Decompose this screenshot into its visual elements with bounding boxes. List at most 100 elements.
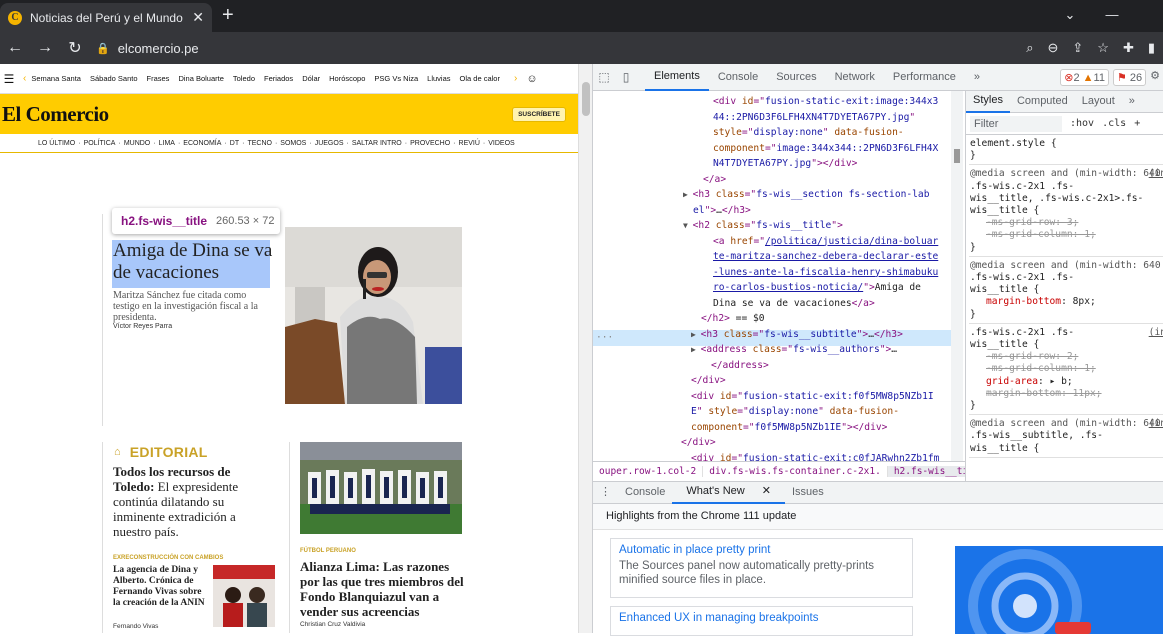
- dom-node-line[interactable]: ▼ <h2 class="fs-wis__title">: [683, 218, 843, 234]
- dom-node-line[interactable]: </h2> == $0: [701, 311, 765, 327]
- section-nav-item[interactable]: Toledo: [233, 74, 255, 83]
- cls-toggle[interactable]: .cls: [1102, 118, 1126, 129]
- tab-search-icon[interactable]: ⌄: [1049, 0, 1091, 32]
- sidepanel-icon[interactable]: ▮: [1148, 40, 1155, 56]
- dom-node-line[interactable]: ▶ <h3 class="fs-wis__subtitle">…</h3>: [691, 327, 903, 343]
- styles-filter-input[interactable]: Filter: [970, 115, 1062, 132]
- dom-node-line[interactable]: </div>: [691, 373, 726, 389]
- football-team-photo[interactable]: [300, 442, 462, 534]
- zoom-icon[interactable]: ⊖: [1047, 40, 1058, 56]
- story3-headline[interactable]: La agencia de Dina y Alberto. Crónica de…: [113, 565, 208, 609]
- subscribe-button[interactable]: SUSCRÍBETE: [512, 106, 566, 122]
- dom-node-line[interactable]: 44::2PN6D3F6LFH4XN4T7DYETA67PY.jpg": [713, 110, 915, 126]
- drawer-tab-whats-new[interactable]: What's New ✕: [672, 481, 785, 504]
- minimize-icon[interactable]: —: [1091, 0, 1133, 32]
- section-nav-item[interactable]: Frases: [147, 74, 170, 83]
- section-nav-item[interactable]: Feriados: [264, 74, 293, 83]
- style-rule[interactable]: .fs-wis.c-2x1 .fs-(inwis__title {-ms-gri…: [969, 324, 1163, 416]
- expand-triangle-icon[interactable]: ▶: [691, 330, 701, 339]
- issue-counter[interactable]: ⊗2 ▲11: [1060, 69, 1109, 86]
- site-logo[interactable]: El Comercio: [2, 102, 109, 127]
- menu-item[interactable]: LIMA: [159, 140, 175, 147]
- whats-new-card[interactable]: Automatic in place pretty print The Sour…: [610, 538, 913, 598]
- user-icon[interactable]: ☺: [526, 73, 537, 85]
- tab-sources[interactable]: Sources: [767, 64, 825, 90]
- section-nav-item[interactable]: Dólar: [302, 74, 320, 83]
- tab-computed[interactable]: Computed: [1010, 91, 1075, 112]
- drawer-menu-icon[interactable]: ⋮: [593, 482, 618, 503]
- dom-node-line[interactable]: component="f0f5MW8p5NZb1IE"></div>: [691, 420, 887, 436]
- dom-node-line[interactable]: <div id="fusion-static-exit:f0f5MW8p5NZb…: [691, 389, 934, 405]
- story3-author[interactable]: Fernando Vivas: [113, 623, 158, 630]
- story4-author[interactable]: Christian Cruz Valdivia: [300, 621, 365, 628]
- section-nav-item[interactable]: PSG Vs Niza: [374, 74, 418, 83]
- section-nav-item[interactable]: Sábado Santo: [90, 74, 138, 83]
- dom-node-line[interactable]: ro-carlos-bustios-noticia/">Amiga de: [713, 280, 921, 296]
- back-icon[interactable]: ←: [0, 39, 30, 57]
- dom-node-line[interactable]: N4T7DYETA67PY.jpg"></div>: [713, 156, 857, 172]
- drawer-tab-issues[interactable]: Issues: [785, 482, 831, 503]
- menu-item[interactable]: PROVECHO: [410, 140, 450, 147]
- lead-author[interactable]: Víctor Reyes Parra: [113, 323, 172, 330]
- whats-new-card[interactable]: Enhanced UX in managing breakpoints: [610, 606, 913, 636]
- reload-icon[interactable]: ↻: [60, 38, 90, 58]
- elements-scrollbar[interactable]: [951, 91, 963, 461]
- dom-node-line[interactable]: <div id="fusion-static-exit:c0fJARwhn2Zb…: [691, 451, 939, 462]
- menu-item[interactable]: SALTAR INTRO: [352, 140, 402, 147]
- dom-node-line[interactable]: </div>: [681, 435, 716, 451]
- dom-node-line[interactable]: component="image:344x344::2PN6D3F6LFH4X: [713, 141, 938, 157]
- story3-thumbnail[interactable]: [213, 565, 275, 627]
- hamburger-menu-icon[interactable]: ☰: [0, 72, 18, 86]
- bookmark-star-icon[interactable]: ☆: [1097, 40, 1109, 56]
- hov-toggle[interactable]: :hov: [1070, 118, 1094, 129]
- dom-node-line[interactable]: Dina se va de vacaciones</a>: [713, 296, 875, 312]
- extensions-icon[interactable]: ✚: [1123, 40, 1134, 56]
- search-icon[interactable]: ⌕: [1026, 40, 1033, 56]
- section-nav-item[interactable]: Dina Boluarte: [178, 74, 223, 83]
- tab-performance[interactable]: Performance: [884, 64, 965, 90]
- dom-node-line[interactable]: </address>: [711, 358, 769, 374]
- tab-console[interactable]: Console: [709, 64, 767, 90]
- menu-item[interactable]: DT: [230, 140, 239, 147]
- style-rule[interactable]: @media screen and (min-width: 640 .fs-wis…: [969, 257, 1163, 324]
- editorial-headline[interactable]: Todos los recursos de Toledo: El expresi…: [113, 464, 263, 539]
- node-menu-icon[interactable]: ···: [596, 330, 613, 346]
- device-toolbar-icon[interactable]: ▯: [615, 70, 637, 84]
- dom-node-line[interactable]: ▶ <address class="fs-wis__authors">…: [691, 342, 897, 358]
- breadcrumb-item[interactable]: div.fs-wis.fs-container.c-2x1.: [703, 466, 888, 477]
- menu-item[interactable]: REVIÚ: [459, 140, 480, 147]
- menu-item[interactable]: JUEGOS: [315, 140, 344, 147]
- lead-photo[interactable]: [285, 227, 462, 404]
- drawer-tab-console[interactable]: Console: [618, 482, 672, 503]
- forward-icon[interactable]: →: [30, 39, 60, 57]
- dom-node-line[interactable]: </a>: [703, 172, 726, 188]
- dom-node-line[interactable]: E" style="display:none" data-fusion-: [691, 404, 899, 420]
- dom-node-line[interactable]: <a href="/politica/justicia/dina-boluar: [713, 234, 938, 250]
- elements-tree[interactable]: ··· <div id="fusion-static-exit:image:34…: [593, 91, 965, 461]
- menu-item[interactable]: TECNO: [247, 140, 272, 147]
- card-title[interactable]: Automatic in place pretty print: [619, 544, 904, 556]
- maximize-icon[interactable]: [1133, 0, 1163, 32]
- menu-item[interactable]: SOMOS: [280, 140, 306, 147]
- expand-triangle-icon[interactable]: ▶: [683, 190, 693, 199]
- address-bar[interactable]: 🔒 elcomercio.pe: [88, 36, 1018, 60]
- tab-elements[interactable]: Elements: [645, 63, 709, 91]
- issues-badge[interactable]: ⚑ 26: [1112, 69, 1147, 86]
- menu-item[interactable]: MUNDO: [124, 140, 150, 147]
- menu-item[interactable]: ECONOMÍA: [183, 140, 221, 147]
- breadcrumb-item-current[interactable]: h2.fs-wis__title: [887, 466, 965, 477]
- tab-layout[interactable]: Layout: [1075, 91, 1122, 112]
- menu-item[interactable]: POLÍTICA: [84, 140, 116, 147]
- section-nav-item[interactable]: Ola de calor: [460, 74, 500, 83]
- style-rule[interactable]: @media screen and (min-width: 640(in.fs-…: [969, 415, 1163, 458]
- dom-node-line[interactable]: style="display:none" data-fusion-: [713, 125, 904, 141]
- breadcrumb-item[interactable]: ouper.row-1.col-2: [593, 466, 704, 477]
- new-tab-icon[interactable]: +: [222, 4, 234, 27]
- card-title[interactable]: Enhanced UX in managing breakpoints: [619, 612, 904, 624]
- tab-network[interactable]: Network: [826, 64, 884, 90]
- lock-icon[interactable]: 🔒: [96, 42, 110, 55]
- more-styles-tabs-icon[interactable]: »: [1122, 91, 1142, 112]
- collapse-triangle-icon[interactable]: ▼: [683, 221, 693, 230]
- section-nav-item[interactable]: Semana Santa: [31, 74, 81, 83]
- inspect-element-icon[interactable]: ⬚: [593, 70, 615, 84]
